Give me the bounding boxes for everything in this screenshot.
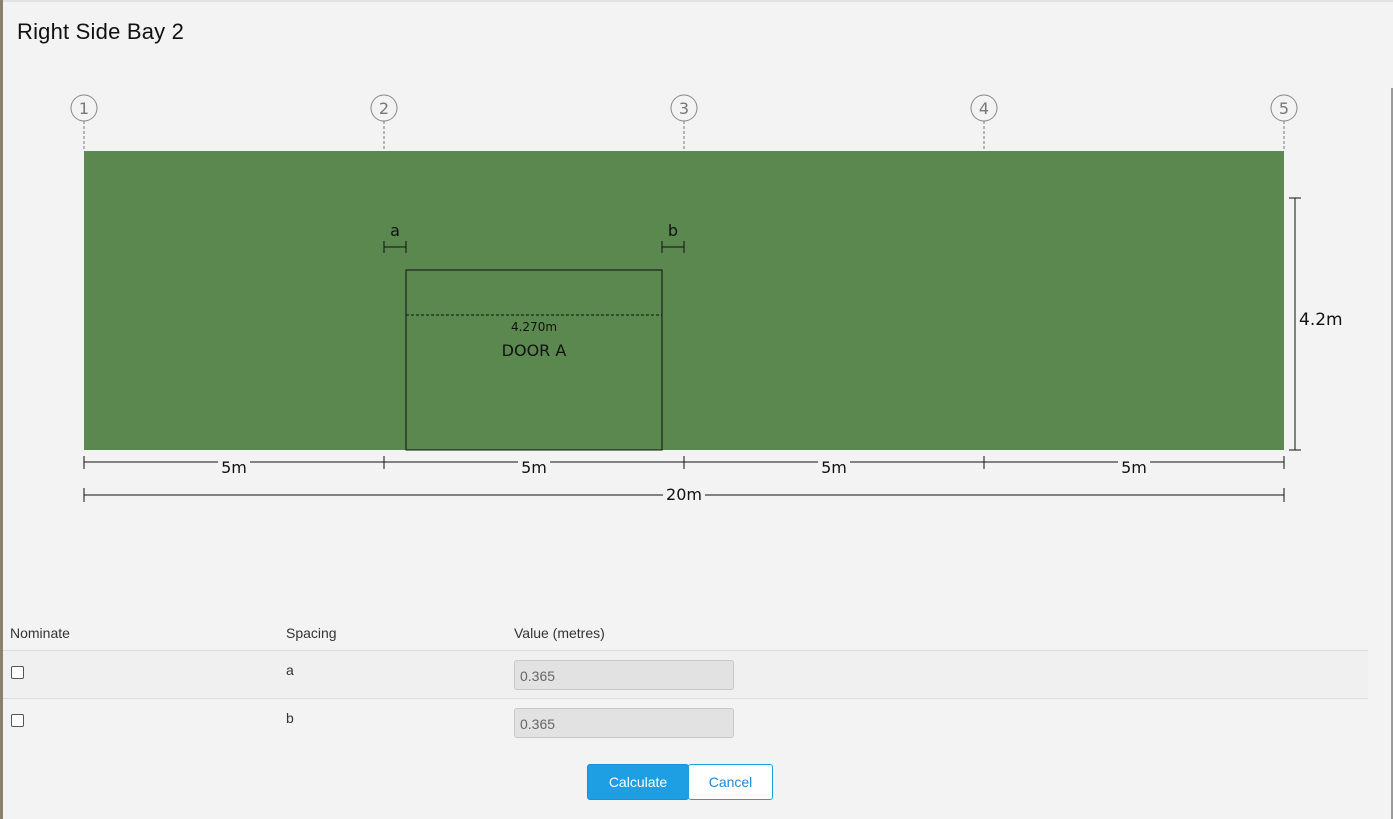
grid-line-5: 5	[1270, 94, 1298, 151]
gap-a-label: a	[390, 221, 400, 240]
bay-2-width-label: 5m	[521, 458, 547, 477]
header-value: Value (metres)	[514, 625, 605, 641]
calculate-button[interactable]: Calculate	[587, 764, 689, 800]
spacing-label-b: b	[286, 710, 294, 726]
gap-b-label: b	[668, 221, 678, 240]
grid-label-2: 2	[379, 99, 389, 118]
value-field-b[interactable]: 0.365	[514, 708, 734, 738]
grid-label-4: 4	[979, 99, 989, 118]
grid-label-3: 3	[679, 99, 689, 118]
bay-1-width-label: 5m	[221, 458, 247, 477]
elevation-drawing: 1 2 3 4 5 a b 4.270m DOOR A 4.2m 5m 5m 5…	[70, 94, 1343, 504]
table-row: a 0.365	[3, 650, 1368, 699]
grid-line-2: 2	[370, 94, 398, 151]
total-width-label: 20m	[666, 485, 702, 504]
bay-dimension-line	[83, 456, 1285, 469]
grid-label-5: 5	[1279, 99, 1289, 118]
spacing-label-a: a	[286, 662, 294, 678]
wall-panel	[84, 151, 1284, 450]
door-height-label: 4.270m	[511, 320, 557, 334]
nominate-checkbox-a[interactable]	[11, 666, 24, 679]
header-spacing: Spacing	[286, 625, 337, 641]
cancel-button[interactable]: Cancel	[688, 764, 773, 800]
door-name: DOOR A	[502, 341, 567, 360]
grid-label-1: 1	[79, 99, 89, 118]
table-row: b 0.365	[3, 698, 1368, 747]
nominate-checkbox-b[interactable]	[11, 714, 24, 727]
grid-line-1: 1	[70, 94, 98, 151]
header-nominate: Nominate	[10, 625, 70, 641]
value-field-a[interactable]: 0.365	[514, 660, 734, 690]
bay-4-width-label: 5m	[1121, 458, 1147, 477]
grid-line-3: 3	[670, 94, 698, 151]
wall-height-label: 4.2m	[1299, 310, 1343, 330]
grid-line-4: 4	[970, 94, 998, 151]
bay-3-width-label: 5m	[821, 458, 847, 477]
